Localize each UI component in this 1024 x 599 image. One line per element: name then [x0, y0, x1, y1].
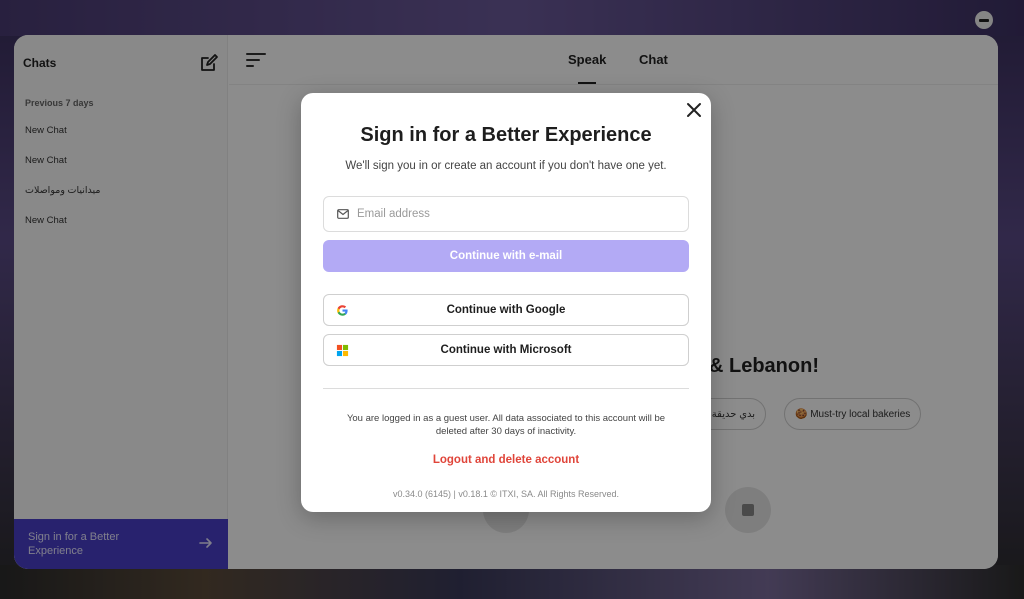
- modal-subtitle: We'll sign you in or create an account i…: [345, 160, 667, 172]
- email-field: [323, 196, 689, 232]
- modal-title: Sign in for a Better Experience: [360, 124, 652, 146]
- continue-google-button[interactable]: Continue with Google: [323, 294, 689, 326]
- microsoft-icon: [336, 344, 349, 357]
- close-icon[interactable]: [685, 101, 703, 119]
- mail-icon: [337, 209, 349, 219]
- logout-delete-link[interactable]: Logout and delete account: [301, 454, 711, 466]
- continue-microsoft-button[interactable]: Continue with Microsoft: [323, 334, 689, 366]
- continue-email-button[interactable]: Continue with e-mail: [323, 240, 689, 272]
- google-icon: [337, 305, 348, 316]
- google-label: Continue with Google: [446, 304, 566, 316]
- email-input[interactable]: [357, 197, 677, 231]
- guest-notice: You are logged in as a guest user. All d…: [346, 413, 666, 437]
- divider: [323, 388, 689, 389]
- microsoft-label: Continue with Microsoft: [440, 344, 572, 356]
- signin-modal: Sign in for a Better Experience We'll si…: [301, 93, 711, 512]
- version-footer: v0.34.0 (6145) | v0.18.1 © ITXI, SA. All…: [392, 489, 620, 499]
